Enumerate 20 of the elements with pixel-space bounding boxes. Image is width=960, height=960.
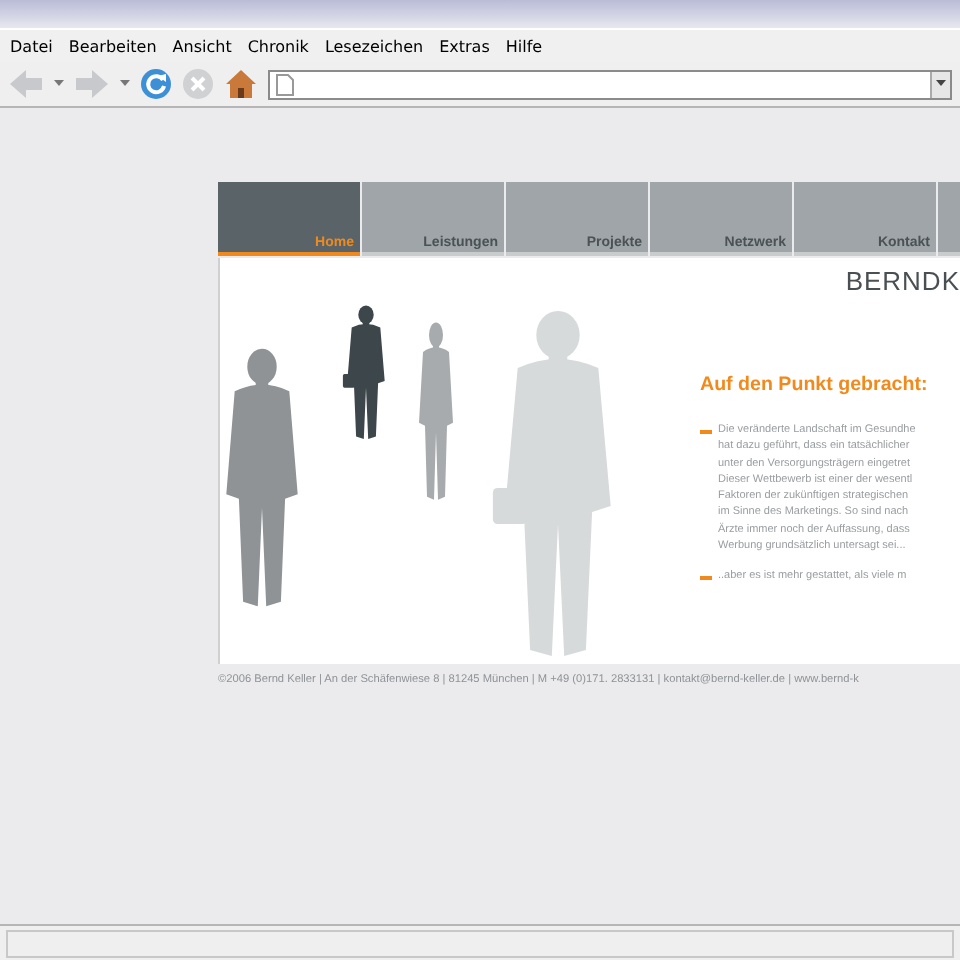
person-silhouette [342,305,385,439]
page-icon [276,73,294,95]
dropdown-button[interactable] [930,71,950,97]
home-icon[interactable] [224,68,258,100]
caret-icon[interactable] [120,80,130,88]
menu-item[interactable]: Extras [439,37,490,55]
reload-icon[interactable] [140,68,172,100]
menu-item[interactable]: Hilfe [505,37,543,55]
menu-item[interactable]: Datei [10,37,53,55]
logo: BERNDK [845,266,960,296]
menu-item[interactable]: Bearbeiten [68,37,157,55]
bullet-dash [700,430,712,434]
menu-item[interactable]: Lesezeichen [324,37,424,55]
address-field[interactable] [268,69,952,99]
heading: Auf den Punkt gebracht: [700,374,930,396]
caret-icon [936,80,946,88]
caret-icon[interactable] [54,80,64,88]
menu-item[interactable]: Ansicht [172,37,232,55]
bullet-dash [700,576,712,581]
menu-item[interactable]: Chronik [247,37,309,55]
